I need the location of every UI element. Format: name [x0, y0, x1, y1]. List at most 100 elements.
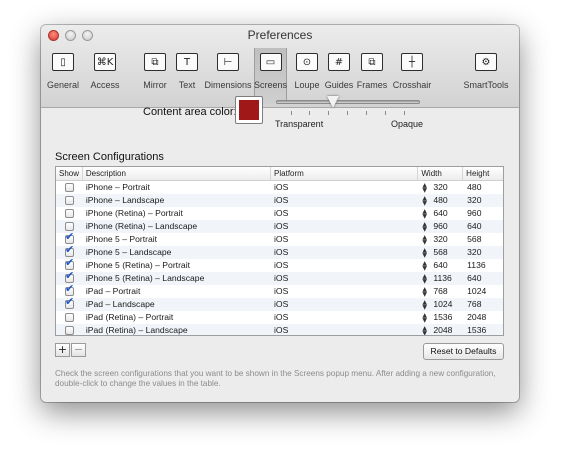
- show-checkbox[interactable]: [64, 313, 74, 322]
- platform-cell[interactable]: iOS: [271, 324, 418, 335]
- width-cell[interactable]: ▲ ▼ 640: [418, 259, 463, 272]
- height-cell[interactable]: 960: [463, 207, 503, 220]
- platform-cell[interactable]: iOS: [271, 207, 418, 220]
- width-stepper-icon[interactable]: ▲ ▼: [422, 325, 428, 335]
- platform-cell[interactable]: iOS: [271, 259, 418, 272]
- table-row[interactable]: iPad – LandscapeiOS ▲▼ 1024 768: [56, 295, 503, 311]
- column-header-width[interactable]: Width: [418, 167, 464, 180]
- opacity-slider-thumb[interactable]: [327, 96, 339, 108]
- description-cell[interactable]: iPhone 5 – Landscape: [83, 246, 271, 259]
- toolbar-item-loupe[interactable]: ⊙ Loupe: [294, 48, 320, 104]
- description-cell[interactable]: iPhone 5 – Portrait: [83, 233, 271, 246]
- width-cell[interactable]: ▲ ▼ 960: [418, 220, 463, 233]
- width-stepper-icon[interactable]: ▲ ▼: [422, 195, 428, 206]
- toolbar-item-frames[interactable]: ⧉ Frames: [357, 48, 387, 104]
- show-checkbox[interactable]: [64, 326, 74, 335]
- platform-cell[interactable]: iOS: [271, 220, 418, 233]
- remove-button[interactable]: −: [71, 343, 86, 357]
- width-cell[interactable]: ▲ ▼ 568: [418, 246, 463, 259]
- show-checkbox[interactable]: [64, 295, 74, 309]
- platform-cell[interactable]: iOS: [271, 272, 418, 285]
- description-cell[interactable]: iPhone 5 (Retina) – Portrait: [83, 259, 271, 272]
- height-cell[interactable]: 480: [463, 181, 503, 194]
- show-checkbox[interactable]: [64, 209, 74, 218]
- width-cell[interactable]: ▲ ▼ 768: [418, 285, 463, 298]
- width-stepper-icon[interactable]: ▲ ▼: [422, 286, 428, 297]
- table-row[interactable]: iPhone (Retina) – Portrait iOS ▲ ▼ 640 960: [56, 207, 503, 220]
- platform-cell[interactable]: iOS: [271, 246, 418, 259]
- width-stepper-icon[interactable]: ▲ ▼: [422, 208, 428, 219]
- height-cell[interactable]: 1136: [463, 259, 503, 272]
- table-row[interactable]: iPhone – Landscape iOS ▲ ▼ 480 320: [56, 194, 503, 207]
- column-header-platform[interactable]: Platform: [271, 167, 419, 180]
- platform-cell[interactable]: iOS: [271, 233, 418, 246]
- description-cell[interactable]: iPhone (Retina) – Landscape: [83, 220, 271, 233]
- width-cell[interactable]: ▲ ▼ 1136: [418, 272, 463, 285]
- height-cell[interactable]: 2048: [463, 311, 503, 324]
- width-value: 320: [433, 182, 448, 192]
- height-cell[interactable]: 1536: [463, 324, 503, 335]
- width-cell[interactable]: ▲ ▼ 1024: [418, 298, 463, 311]
- width-stepper-icon[interactable]: ▲ ▼: [422, 234, 428, 245]
- description-cell[interactable]: iPad – Landscape: [83, 298, 271, 311]
- width-stepper-icon[interactable]: ▲ ▼: [422, 312, 428, 323]
- description-cell[interactable]: iPad (Retina) – Portrait: [83, 311, 271, 324]
- column-header-description[interactable]: Description: [83, 167, 272, 180]
- height-cell[interactable]: 640: [463, 220, 503, 233]
- table-row[interactable]: iPad – PortraitiOS ▲▼ 768 1024: [56, 282, 503, 298]
- column-header-height[interactable]: Height: [463, 167, 503, 180]
- height-cell[interactable]: 1024: [463, 285, 503, 298]
- description-cell[interactable]: iPhone 5 (Retina) – Landscape: [83, 272, 271, 285]
- toolbar-item-smarttools[interactable]: ⚙ SmartTools: [462, 48, 510, 104]
- opacity-slider-track[interactable]: [276, 100, 420, 104]
- width-stepper-icon[interactable]: ▲ ▼: [422, 182, 428, 193]
- width-stepper-icon[interactable]: ▲ ▼: [422, 273, 428, 284]
- add-button[interactable]: +: [55, 343, 70, 357]
- toolbar-item-general[interactable]: ▯ General: [46, 48, 80, 104]
- platform-cell[interactable]: iOS: [271, 298, 418, 311]
- height-cell[interactable]: 640: [463, 272, 503, 285]
- table-row[interactable]: iPhone 5 – LandscapeiOS ▲▼ 568 320: [56, 243, 503, 259]
- width-stepper-icon[interactable]: ▲ ▼: [422, 260, 428, 271]
- width-stepper-icon[interactable]: ▲ ▼: [422, 247, 428, 258]
- height-cell[interactable]: 768: [463, 298, 503, 311]
- platform-cell[interactable]: iOS: [271, 285, 418, 298]
- platform-cell[interactable]: iOS: [271, 194, 418, 207]
- table-row[interactable]: iPhone 5 – PortraitiOS ▲▼ 320 568: [56, 230, 503, 246]
- width-cell[interactable]: ▲ ▼ 1536: [418, 311, 463, 324]
- title-bar: Preferences ▯ General ⌘K Access ⧉ Mirror T Text…: [41, 25, 519, 108]
- show-checkbox[interactable]: [64, 196, 74, 205]
- height-cell[interactable]: 320: [463, 194, 503, 207]
- toolbar-item-text[interactable]: T Text: [174, 48, 200, 104]
- table-row[interactable]: iPhone (Retina) – Landscape iOS ▲ ▼ 960 640: [56, 220, 503, 233]
- toolbar-item-access[interactable]: ⌘K Access: [85, 48, 125, 104]
- description-cell[interactable]: iPhone – Landscape: [83, 194, 271, 207]
- width-cell[interactable]: ▲ ▼ 320: [418, 181, 463, 194]
- width-cell[interactable]: ▲ ▼ 2048: [418, 324, 463, 335]
- width-stepper-icon[interactable]: ▲ ▼: [422, 299, 428, 310]
- platform-cell[interactable]: iOS: [271, 181, 418, 194]
- platform-cell[interactable]: iOS: [271, 311, 418, 324]
- width-value: 320: [433, 234, 448, 244]
- table-row[interactable]: iPhone 5 (Retina) – LandscapeiOS ▲▼ 1136 64…: [56, 269, 503, 285]
- column-header-show[interactable]: Show: [56, 167, 83, 180]
- table-row[interactable]: iPhone – Portrait iOS ▲ ▼ 320 480: [56, 181, 503, 194]
- table-row[interactable]: iPad (Retina) – Portrait iOS ▲ ▼ 1536 2048: [56, 311, 503, 324]
- description-cell[interactable]: iPhone – Portrait: [83, 181, 271, 194]
- table-row[interactable]: iPhone 5 (Retina) – PortraitiOS ▲▼ 640 1136: [56, 256, 503, 272]
- toolbar-item-crosshair[interactable]: ┼ Crosshair: [393, 48, 431, 104]
- width-cell[interactable]: ▲ ▼ 480: [418, 194, 463, 207]
- toolbar-item-mirror[interactable]: ⧉ Mirror: [141, 48, 169, 104]
- width-stepper-icon[interactable]: ▲ ▼: [422, 221, 428, 232]
- width-cell[interactable]: ▲ ▼ 320: [418, 233, 463, 246]
- description-cell[interactable]: iPhone (Retina) – Portrait: [83, 207, 271, 220]
- show-checkbox[interactable]: [64, 183, 74, 192]
- height-cell[interactable]: 320: [463, 246, 503, 259]
- height-cell[interactable]: 568: [463, 233, 503, 246]
- reset-to-defaults-button[interactable]: Reset to Defaults: [423, 343, 504, 360]
- width-cell[interactable]: ▲ ▼ 640: [418, 207, 463, 220]
- content-color-well[interactable]: [235, 96, 263, 124]
- description-cell[interactable]: iPad (Retina) – Landscape: [83, 324, 271, 335]
- table-row[interactable]: iPad (Retina) – Landscape iOS ▲ ▼ 2048 1536: [56, 324, 503, 335]
- description-cell[interactable]: iPad – Portrait: [83, 285, 271, 298]
